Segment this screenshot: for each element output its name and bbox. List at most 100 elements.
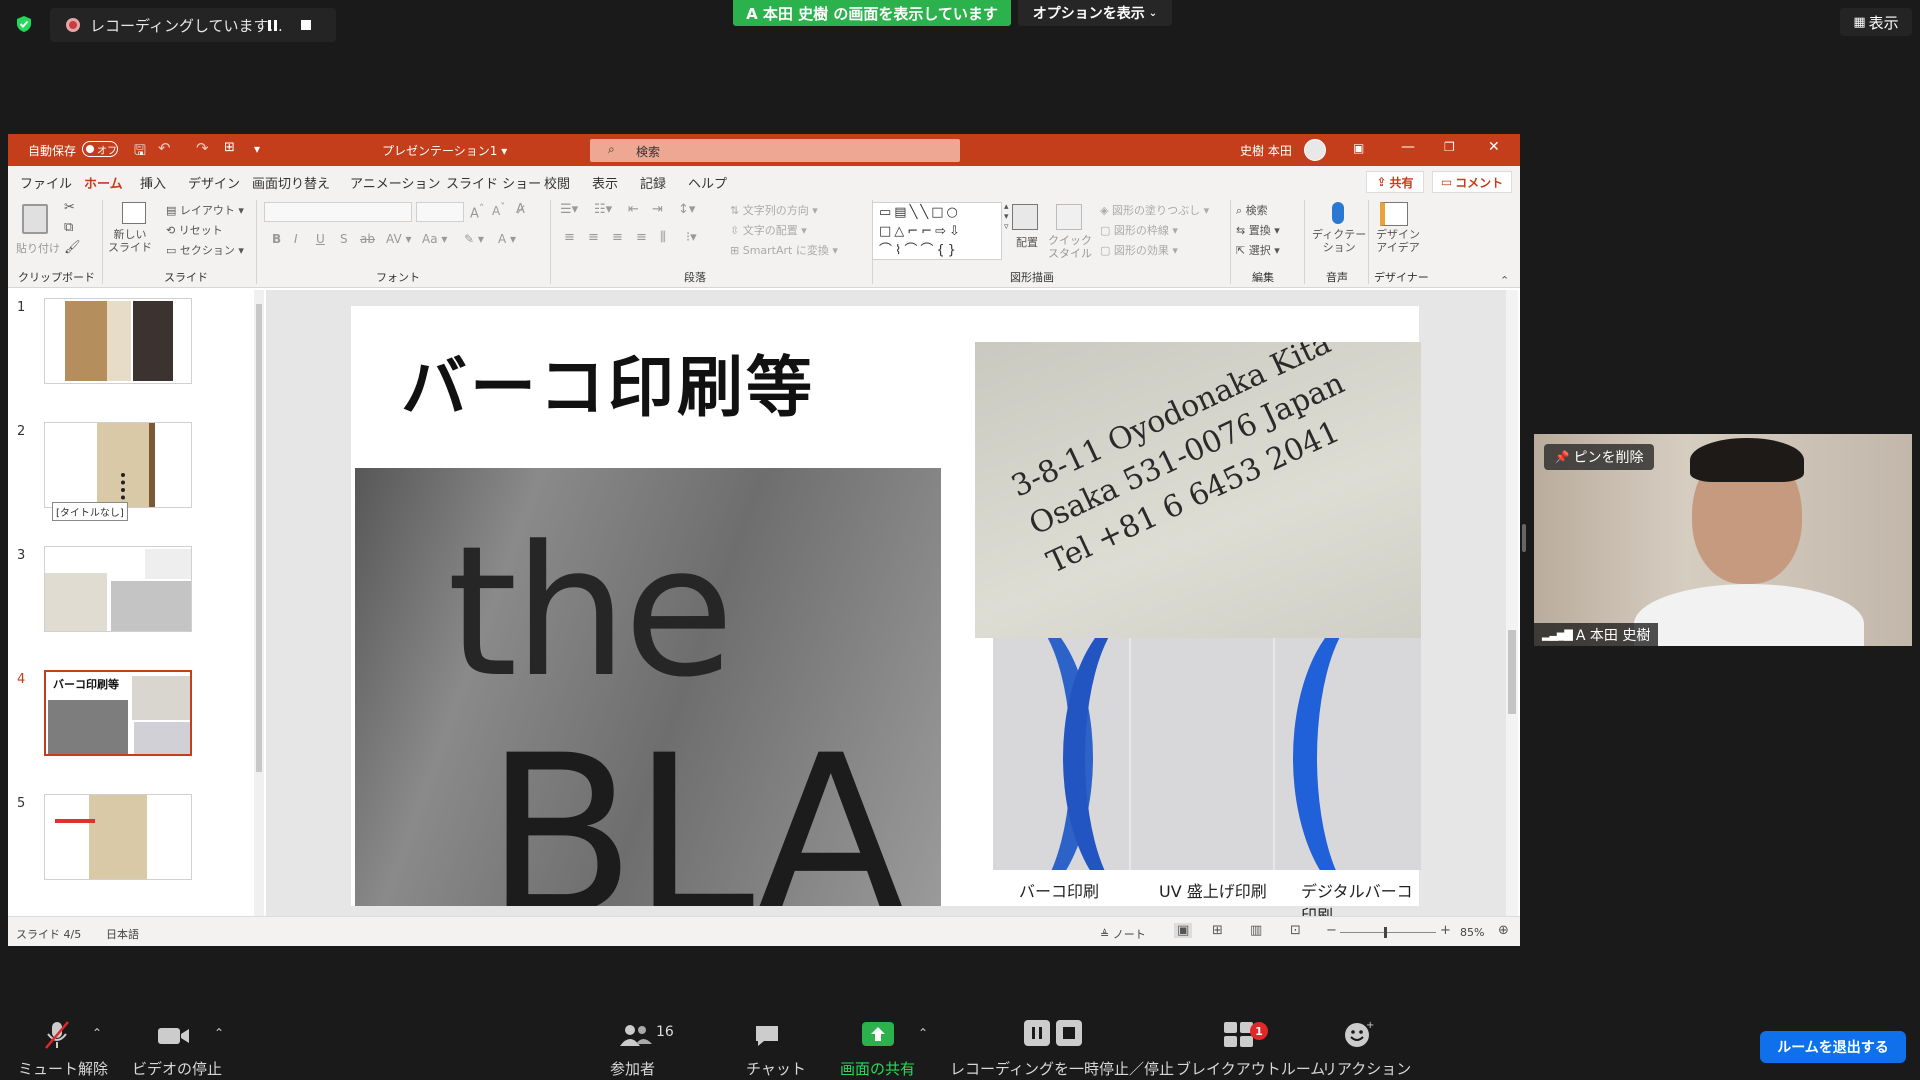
numbering-icon[interactable]: ☷▾: [594, 202, 612, 217]
slide-canvas[interactable]: バーコ印刷等 the BLA 3-8-11 Oyodonaka Kita Osa…: [351, 306, 1421, 925]
cut-icon[interactable]: ✂: [64, 200, 75, 215]
slide-thumbnail-4[interactable]: バーコ印刷等: [44, 670, 192, 756]
customize-icon[interactable]: ▾: [254, 142, 260, 156]
replace-button[interactable]: ⇆ 置換 ▾: [1236, 222, 1280, 238]
menu-review[interactable]: 校閲: [544, 173, 570, 192]
normal-view-icon[interactable]: ▣: [1174, 923, 1193, 938]
highlight-icon[interactable]: ✎ ▾: [464, 232, 484, 246]
columns-icon[interactable]: ⫼: [660, 230, 666, 245]
design-ideas-icon[interactable]: [1380, 202, 1408, 226]
recording-controls-icon[interactable]: [1024, 1020, 1082, 1050]
restore-icon[interactable]: ❐: [1444, 140, 1455, 154]
quick-style-label[interactable]: クイック スタイル: [1048, 234, 1092, 260]
rtl-icon[interactable]: ⁝▾: [686, 230, 697, 245]
gallery-scroll-icon[interactable]: ▴ ▾ ▿: [1004, 202, 1009, 232]
paste-icon[interactable]: [22, 204, 48, 234]
stop-video-label[interactable]: ビデオの停止: [132, 1058, 222, 1079]
paste-label[interactable]: 貼り付け: [16, 240, 60, 256]
shadow-icon[interactable]: S: [340, 232, 348, 246]
breakout-rooms-label[interactable]: ブレイクアウトルーム: [1176, 1058, 1325, 1079]
shape-fill-button[interactable]: ◈ 図形の塗りつぶし ▾: [1100, 202, 1209, 218]
collapse-ribbon-icon[interactable]: ⌃: [1500, 274, 1509, 287]
layout-button[interactable]: ▤ レイアウト ▾: [166, 202, 244, 218]
menu-animations[interactable]: アニメーション: [350, 173, 440, 192]
select-button[interactable]: ⇱ 選択 ▾: [1236, 242, 1280, 258]
save-icon[interactable]: 🖫: [134, 140, 146, 164]
unmute-label[interactable]: ミュート解除: [18, 1058, 108, 1079]
reaction-icon[interactable]: +: [1344, 1020, 1374, 1052]
align-center-icon[interactable]: ≡: [588, 230, 599, 245]
zoom-level[interactable]: 85%: [1460, 926, 1484, 939]
share-options-icon[interactable]: ⌃: [918, 1026, 928, 1040]
italic-icon[interactable]: I: [294, 232, 298, 246]
security-shield-icon[interactable]: [12, 12, 36, 36]
find-button[interactable]: ⌕ 検索: [1236, 202, 1268, 218]
scroll-thumb[interactable]: [256, 304, 262, 772]
pause-icon[interactable]: [268, 19, 277, 31]
slide-thumbnail-1[interactable]: [44, 298, 192, 384]
video-camera-icon[interactable]: [158, 1026, 190, 1050]
quick-style-icon[interactable]: [1056, 204, 1082, 230]
slide-sorter-icon[interactable]: ⊞: [1212, 923, 1223, 938]
stop-icon[interactable]: [301, 20, 311, 30]
comment-button[interactable]: ▭ コメント: [1432, 171, 1512, 193]
redo-icon[interactable]: ↷: [196, 139, 209, 157]
menu-transitions[interactable]: 画面切り替え: [252, 173, 330, 192]
undo-icon[interactable]: ↶: [158, 139, 171, 157]
close-icon[interactable]: ✕: [1488, 139, 1500, 155]
barco-print-photo[interactable]: the BLA: [355, 468, 941, 906]
justify-icon[interactable]: ≡: [636, 230, 647, 245]
chat-icon[interactable]: [754, 1024, 780, 1052]
menu-record[interactable]: 記録: [640, 173, 666, 192]
slide-thumbnail-3[interactable]: [44, 546, 192, 632]
menu-help[interactable]: ヘルプ: [688, 173, 727, 192]
avatar[interactable]: [1304, 139, 1326, 161]
format-painter-icon[interactable]: 🖌: [64, 240, 81, 255]
microphone-icon[interactable]: [1332, 202, 1344, 224]
copy-icon[interactable]: ⧉: [64, 220, 73, 235]
caption-uv[interactable]: UV 盛上げ印刷: [1159, 878, 1267, 902]
vertical-scrollbar[interactable]: [1506, 290, 1518, 916]
user-name[interactable]: 史樹 本田: [1240, 142, 1292, 159]
slideshow-view-icon[interactable]: ⊡: [1290, 923, 1301, 938]
text-direction-button[interactable]: ⇅ 文字列の方向 ▾: [730, 202, 818, 218]
menu-insert[interactable]: 挿入: [140, 173, 166, 192]
reset-button[interactable]: ⟲ リセット: [166, 222, 223, 238]
slideshow-icon[interactable]: ⊞: [224, 140, 235, 155]
strikethrough-icon[interactable]: ab: [360, 232, 375, 246]
unpin-button[interactable]: 📌 ピンを削除: [1544, 444, 1654, 470]
video-resize-handle[interactable]: [1522, 524, 1526, 552]
microphone-muted-icon[interactable]: [44, 1020, 70, 1054]
shape-outline-button[interactable]: ▢ 図形の枠線 ▾: [1100, 222, 1178, 238]
barco-comparison-photos[interactable]: [993, 638, 1421, 870]
section-button[interactable]: ▭ セクション ▾: [166, 242, 244, 258]
menu-slideshow[interactable]: スライド ショー: [446, 173, 541, 192]
zoom-slider[interactable]: [1340, 927, 1436, 938]
document-title[interactable]: プレゼンテーション1 ▾: [382, 142, 507, 159]
thumbnail-scrollbar[interactable]: [254, 290, 264, 916]
recording-controls-label[interactable]: レコーディングを一時停止／停止: [950, 1058, 1174, 1079]
line-spacing-icon[interactable]: ↕▾: [678, 202, 695, 217]
grow-font-icon[interactable]: A˄: [470, 202, 484, 221]
minimize-icon[interactable]: —: [1401, 139, 1415, 155]
fit-slide-icon[interactable]: ⊕: [1498, 923, 1509, 938]
view-button[interactable]: ▦ 表示: [1840, 8, 1912, 36]
shrink-font-icon[interactable]: A˅: [492, 202, 505, 218]
font-family-dropdown[interactable]: [264, 202, 412, 222]
video-options-icon[interactable]: ⌃: [214, 1026, 224, 1040]
mic-options-icon[interactable]: ⌃: [92, 1026, 102, 1040]
scroll-thumb[interactable]: [1508, 630, 1516, 714]
smartart-button[interactable]: ⊞ SmartArt に変換 ▾: [730, 242, 838, 258]
bold-icon[interactable]: B: [272, 232, 281, 246]
zoom-in-icon[interactable]: +: [1440, 923, 1451, 938]
align-right-icon[interactable]: ≡: [612, 230, 623, 245]
bullets-icon[interactable]: ☰▾: [560, 202, 578, 217]
letterpress-card-photo[interactable]: 3-8-11 Oyodonaka Kita Osaka 531-0076 Jap…: [975, 342, 1421, 638]
font-size-dropdown[interactable]: [416, 202, 464, 222]
share-screen-label[interactable]: 画面の共有: [840, 1058, 915, 1079]
shape-effect-button[interactable]: ▢ 図形の効果 ▾: [1100, 242, 1178, 258]
ribbon-display-icon[interactable]: ▣: [1353, 141, 1364, 155]
change-case-icon[interactable]: Aa ▾: [422, 232, 447, 246]
reading-view-icon[interactable]: ▥: [1250, 923, 1262, 938]
text-align-button[interactable]: ⇳ 文字の配置 ▾: [730, 222, 807, 238]
